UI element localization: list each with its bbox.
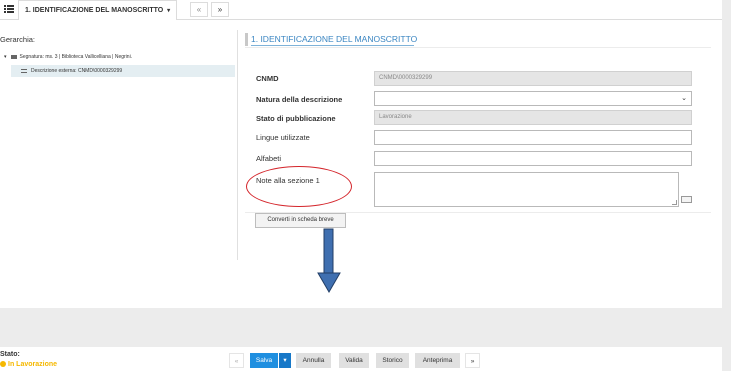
- tree-child-item[interactable]: Descrizione esterna: CNMD\0000329299: [11, 65, 235, 77]
- chevron-down-icon: ⌄: [681, 95, 687, 102]
- panel-divider: [237, 30, 238, 260]
- stato-pubblicazione-label: Stato di pubblicazione: [256, 114, 336, 123]
- history-button[interactable]: Storico: [376, 353, 409, 368]
- chevron-down-icon: ▾: [167, 8, 171, 14]
- section-title: 1. IDENTIFICAZIONE DEL MANOSCRITTO: [251, 34, 418, 44]
- status-text: In Lavorazione: [8, 361, 58, 368]
- natura-select[interactable]: ⌄: [374, 91, 692, 106]
- down-arrow-annotation: [317, 228, 341, 293]
- cnmd-label: CNMD: [256, 74, 279, 83]
- validate-button[interactable]: Valida: [339, 353, 369, 368]
- alfabeti-label: Alfabeti: [256, 154, 282, 163]
- highlight-ellipse: [246, 166, 352, 207]
- folder-icon: [10, 54, 17, 59]
- section-marker: [245, 33, 248, 46]
- main-panel: 1. IDENTIFICAZIONE DEL MANOSCRITTO ▾ « »…: [0, 0, 722, 308]
- tree-child-label: Descrizione esterna: CNMD\0000329299: [31, 68, 123, 74]
- expand-toggle-icon[interactable]: ▾: [4, 54, 7, 60]
- cnmd-field: CNMD\0000329299: [374, 71, 692, 86]
- section-title-underline: [251, 45, 414, 46]
- tab-label: 1. IDENTIFICAZIONE DEL MANOSCRITTO: [25, 7, 164, 14]
- preview-button[interactable]: Anteprima: [415, 353, 460, 368]
- resize-handle-icon[interactable]: [672, 200, 677, 205]
- cancel-button[interactable]: Annulla: [296, 353, 331, 368]
- keyboard-icon[interactable]: [681, 196, 692, 203]
- tree-title: Gerarchia:: [0, 35, 36, 44]
- tab-next-button[interactable]: »: [211, 2, 229, 17]
- status-value: In Lavorazione: [0, 361, 57, 368]
- note-textarea[interactable]: [374, 172, 679, 207]
- status-label: Stato:: [0, 351, 20, 358]
- tab-identificazione[interactable]: 1. IDENTIFICAZIONE DEL MANOSCRITTO ▾: [18, 0, 178, 20]
- next-button[interactable]: »: [465, 353, 480, 368]
- natura-label: Natura della descrizione: [256, 95, 343, 104]
- list-icon: [21, 68, 27, 73]
- tab-prev-button[interactable]: «: [190, 2, 208, 17]
- convert-button[interactable]: Converti in scheda breve: [255, 213, 346, 228]
- tab-bar: 1. IDENTIFICAZIONE DEL MANOSCRITTO ▾ « »: [0, 0, 722, 20]
- list-menu-icon[interactable]: [4, 4, 14, 14]
- lingue-input[interactable]: [374, 130, 692, 145]
- prev-button[interactable]: «: [229, 353, 244, 368]
- alfabeti-input[interactable]: [374, 151, 692, 166]
- save-dropdown-button[interactable]: ▾: [279, 353, 291, 368]
- lingue-label: Lingue utilizzate: [256, 133, 310, 142]
- tree-root-item[interactable]: ▾ Segnatura: ms. 3 | Biblioteca Vallicell…: [4, 54, 132, 60]
- save-button[interactable]: Salva: [250, 353, 278, 368]
- status-dot-icon: [0, 361, 6, 368]
- section-divider: [245, 47, 711, 48]
- tree-root-label: Segnatura: ms. 3 | Biblioteca Vallicelli…: [19, 54, 133, 60]
- stato-pubblicazione-field: Lavorazione: [374, 110, 692, 125]
